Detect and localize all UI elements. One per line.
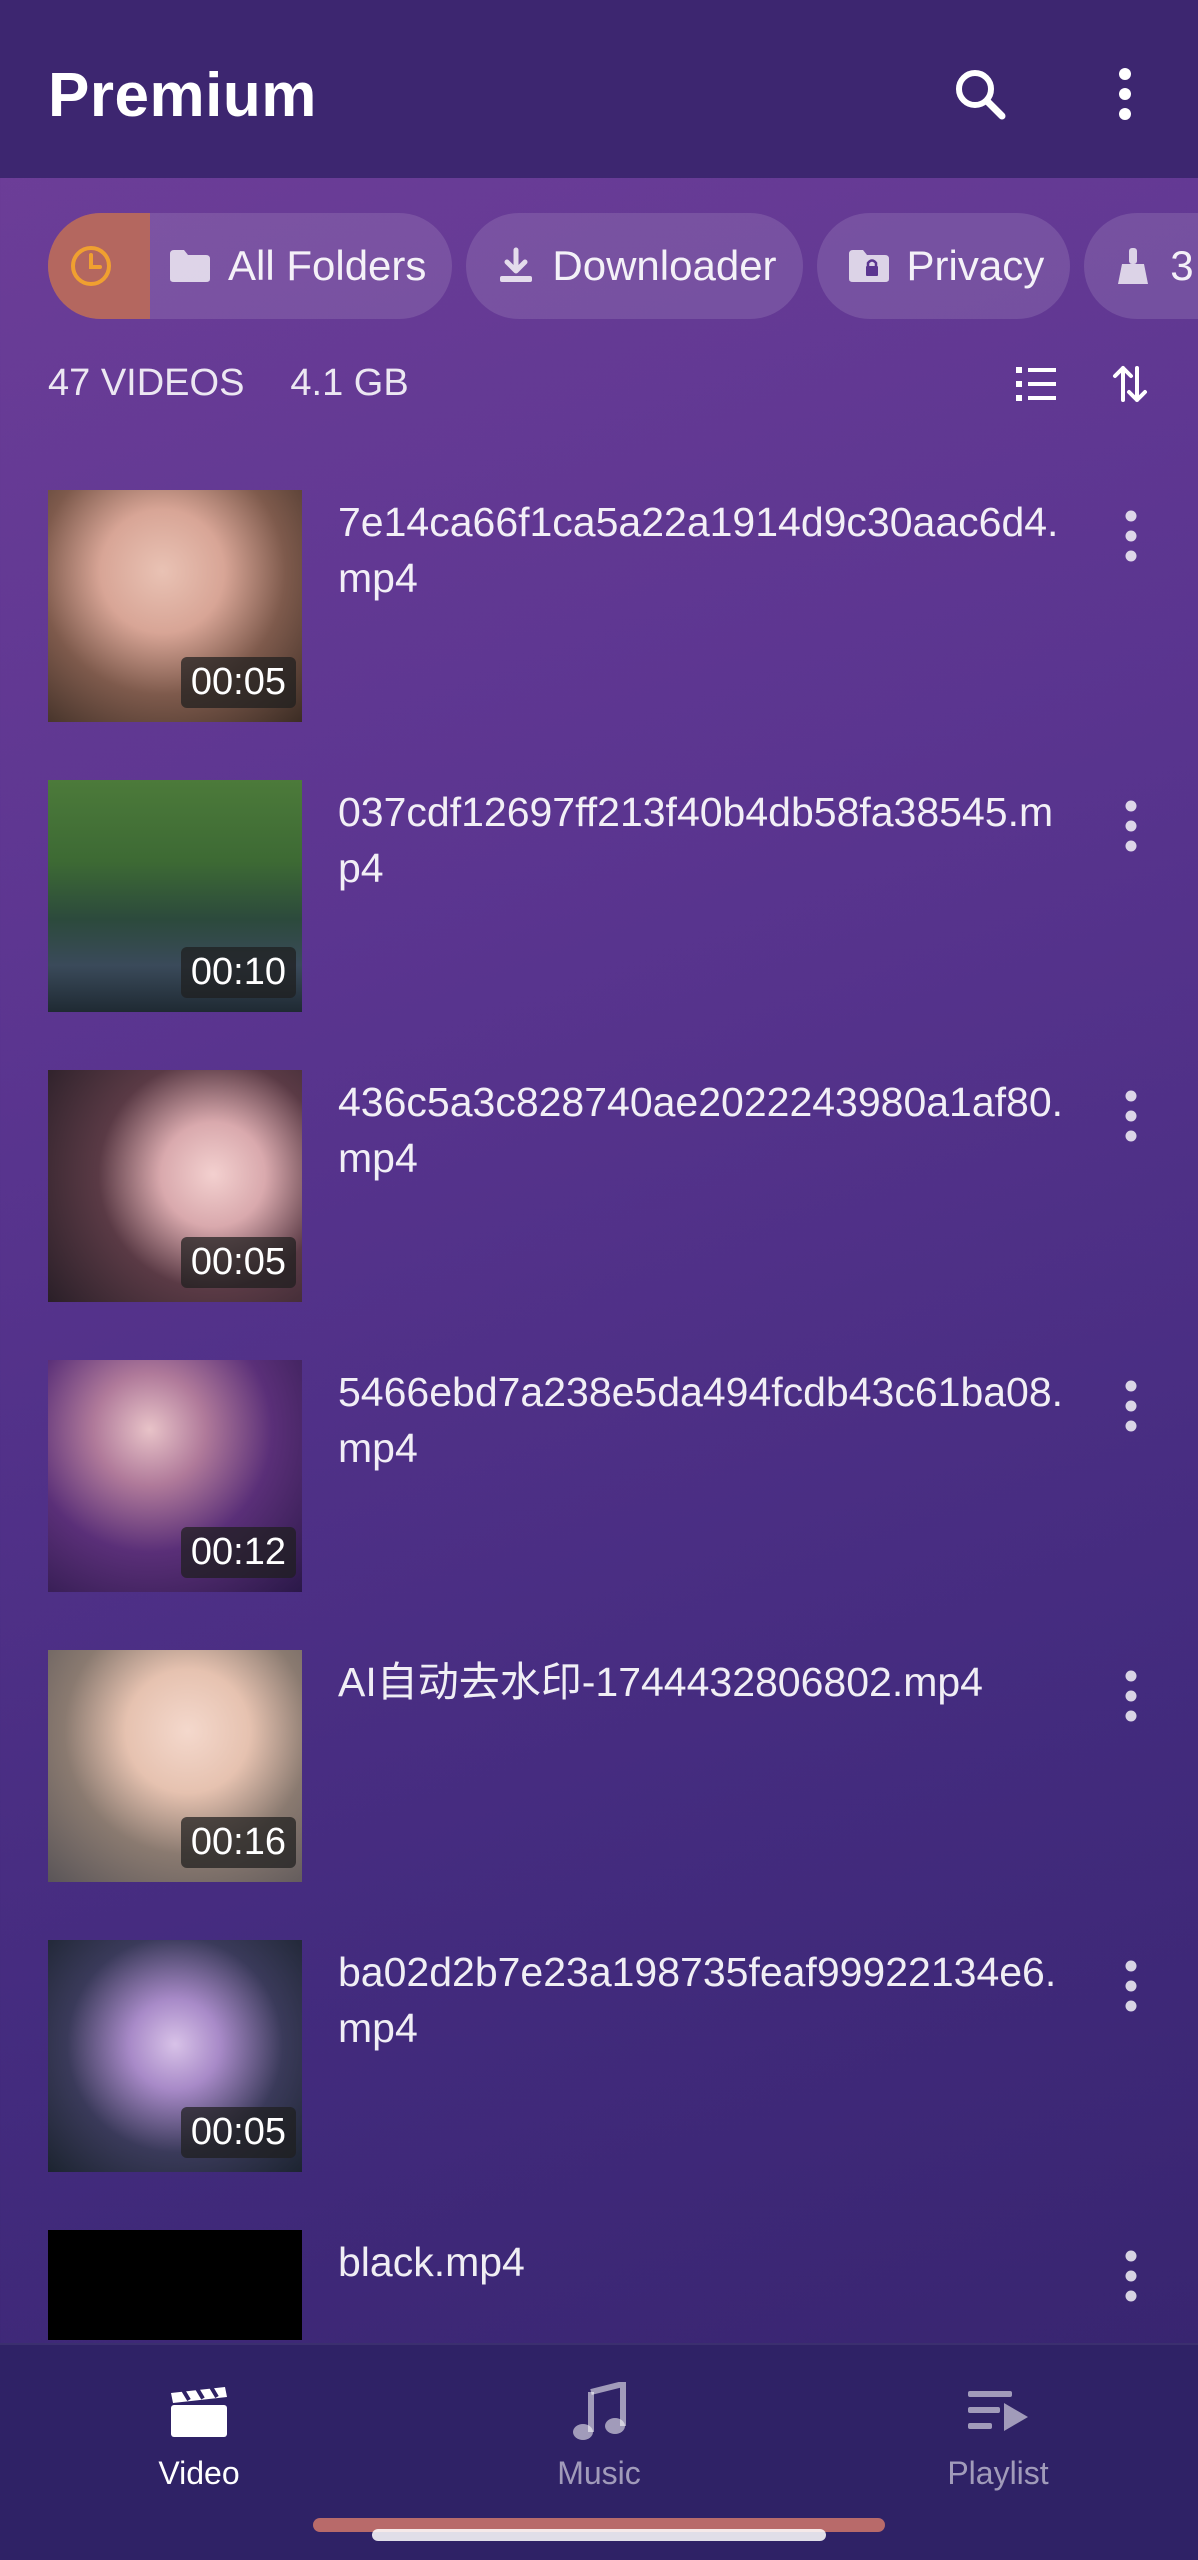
item-menu-button[interactable] xyxy=(1108,1076,1154,1156)
item-menu-button[interactable] xyxy=(1108,1366,1154,1446)
app-bar: Premium xyxy=(0,0,1198,178)
sort-button[interactable] xyxy=(1098,352,1162,416)
folder-icon xyxy=(170,250,210,282)
more-vertical-icon xyxy=(1125,1380,1137,1432)
video-item[interactable]: 00:05 436c5a3c828740ae2022243980a1af80.m… xyxy=(0,1070,1198,1302)
chip-label: Downloader xyxy=(552,242,777,289)
video-item[interactable]: 00:12 5466ebd7a238e5da494fcdb43c61ba08.m… xyxy=(0,1360,1198,1592)
more-vertical-icon xyxy=(1125,510,1137,562)
view-mode-button[interactable] xyxy=(1000,352,1072,416)
library-stats: 47 VIDEOS 4.1 GB xyxy=(48,362,409,405)
nav-tab-music[interactable]: Music xyxy=(499,2377,699,2492)
recent-button[interactable] xyxy=(48,213,150,319)
video-item[interactable]: 00:05 ba02d2b7e23a198735feaf99922134e6.m… xyxy=(0,1940,1198,2172)
overflow-menu-button[interactable] xyxy=(1085,54,1165,134)
video-item[interactable]: 00:10 037cdf12697ff213f40b4db58fa38545.m… xyxy=(0,780,1198,1012)
more-vertical-icon xyxy=(1125,2250,1137,2302)
search-button[interactable] xyxy=(940,54,1020,134)
video-item[interactable]: 00:05 7e14ca66f1ca5a22a1914d9c30aac6d4.m… xyxy=(0,490,1198,722)
video-thumbnail[interactable]: 00:05 xyxy=(48,1940,302,2172)
chip-cleaner[interactable]: 3 xyxy=(1084,213,1198,319)
sort-icon xyxy=(1113,366,1147,402)
video-item[interactable]: black.mp4 xyxy=(0,2230,1198,2340)
nav-label: Music xyxy=(557,2455,641,2491)
video-thumbnail[interactable]: 00:05 xyxy=(48,1070,302,1302)
video-title: ba02d2b7e23a198735feaf99922134e6.mp4 xyxy=(338,1949,1057,2051)
total-size: 4.1 GB xyxy=(290,362,409,404)
more-vertical-icon xyxy=(1125,1090,1137,1142)
video-title: 7e14ca66f1ca5a22a1914d9c30aac6d4.mp4 xyxy=(338,499,1059,601)
video-title: 037cdf12697ff213f40b4db58fa38545.mp4 xyxy=(338,789,1054,891)
item-menu-button[interactable] xyxy=(1108,1656,1154,1736)
more-vertical-icon xyxy=(1125,800,1137,852)
broom-icon xyxy=(1118,248,1149,284)
search-icon xyxy=(956,70,1006,120)
list-view-icon xyxy=(1016,367,1056,401)
video-title: 436c5a3c828740ae2022243980a1af80.mp4 xyxy=(338,1079,1064,1181)
lock-folder-icon xyxy=(848,250,889,282)
clapperboard-icon xyxy=(171,2387,227,2437)
nav-label: Video xyxy=(158,2455,240,2491)
chip-downloader[interactable]: Downloader xyxy=(466,213,803,319)
playlist-icon xyxy=(968,2391,1028,2431)
chip-label: Privacy xyxy=(906,242,1045,289)
duration-badge: 00:16 xyxy=(180,1817,296,1868)
nav-tab-playlist[interactable]: Playlist xyxy=(898,2377,1098,2492)
nav-label: Playlist xyxy=(947,2455,1049,2491)
page-title: Premium xyxy=(48,61,317,130)
more-vertical-icon xyxy=(1125,1670,1137,1722)
chip-privacy[interactable]: Privacy xyxy=(816,213,1071,319)
more-vertical-icon xyxy=(1125,1960,1137,2012)
nav-tab-video[interactable]: Video xyxy=(99,2377,299,2492)
video-thumbnail[interactable]: 00:05 xyxy=(48,490,302,722)
more-vertical-icon xyxy=(1119,68,1131,120)
video-thumbnail[interactable]: 00:16 xyxy=(48,1650,302,1882)
download-icon xyxy=(500,247,533,282)
video-title: 5466ebd7a238e5da494fcdb43c61ba08.mp4 xyxy=(338,1369,1064,1471)
item-menu-button[interactable] xyxy=(1108,496,1154,576)
duration-badge: 00:12 xyxy=(180,1527,296,1578)
item-menu-button[interactable] xyxy=(1108,2236,1154,2316)
duration-badge: 00:10 xyxy=(180,947,296,998)
video-thumbnail[interactable]: 00:12 xyxy=(48,1360,302,1592)
video-title: AI自动去水印-1744432806802.mp4 xyxy=(338,1659,983,1705)
video-item[interactable]: 00:16 AI自动去水印-1744432806802.mp4 xyxy=(0,1650,1198,1882)
duration-badge: 00:05 xyxy=(180,657,296,708)
duration-badge: 00:05 xyxy=(180,1237,296,1288)
video-count: 47 VIDEOS xyxy=(48,362,245,404)
item-menu-button[interactable] xyxy=(1108,1946,1154,2026)
music-note-icon xyxy=(573,2382,626,2440)
home-indicator[interactable] xyxy=(372,2529,826,2541)
duration-badge: 00:05 xyxy=(180,2107,296,2158)
video-thumbnail[interactable] xyxy=(48,2230,302,2340)
item-menu-button[interactable] xyxy=(1108,786,1154,866)
chip-label: 3 xyxy=(1170,242,1194,289)
filter-chips: All Folders Downloader Privacy 3 xyxy=(48,213,1198,319)
video-thumbnail[interactable]: 00:10 xyxy=(48,780,302,1012)
video-title: black.mp4 xyxy=(338,2239,525,2285)
chip-label: All Folders xyxy=(228,242,427,289)
chip-all-folders[interactable]: All Folders xyxy=(48,213,453,319)
clock-icon xyxy=(71,246,111,286)
